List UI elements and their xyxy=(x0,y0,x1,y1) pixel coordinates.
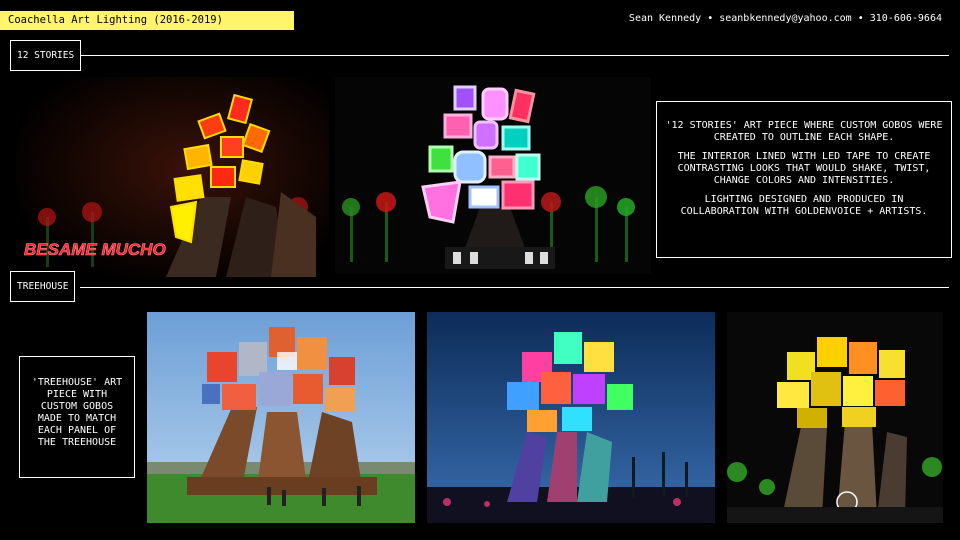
photo-treehouse-dusk xyxy=(427,312,715,523)
section-divider xyxy=(80,55,949,56)
photo-treehouse-night xyxy=(727,312,943,523)
photo-12-stories-neon xyxy=(335,77,651,274)
description-paragraph: '12 STORIES' ART PIECE WHERE CUSTOM GOBO… xyxy=(665,120,943,143)
section-label-treehouse: TREEHOUSE xyxy=(10,271,76,302)
neon-sign-text: BESAME MUCHO xyxy=(24,240,166,259)
section-label-12-stories: 12 STORIES xyxy=(10,40,82,71)
section-divider xyxy=(80,287,949,288)
description-treehouse: 'TREEHOUSE' ART PIECE WITH CUSTOM GOBOS … xyxy=(19,356,135,478)
description-paragraph: THE INTERIOR LINED WITH LED TAPE TO CREA… xyxy=(677,151,931,186)
description-paragraph: 'TREEHOUSE' ART PIECE WITH CUSTOM GOBOS … xyxy=(31,377,123,448)
photo-12-stories-warm: BESAME MUCHO xyxy=(16,77,329,280)
photo-treehouse-day xyxy=(147,312,415,523)
contact-info: Sean Kennedy • seanbkennedy@yahoo.com • … xyxy=(628,13,942,24)
description-12-stories: '12 STORIES' ART PIECE WHERE CUSTOM GOBO… xyxy=(656,101,952,258)
page-title: Coachella Art Lighting (2016-2019) xyxy=(0,11,294,30)
description-paragraph: LIGHTING DESIGNED AND PRODUCED IN COLLAB… xyxy=(680,194,928,217)
